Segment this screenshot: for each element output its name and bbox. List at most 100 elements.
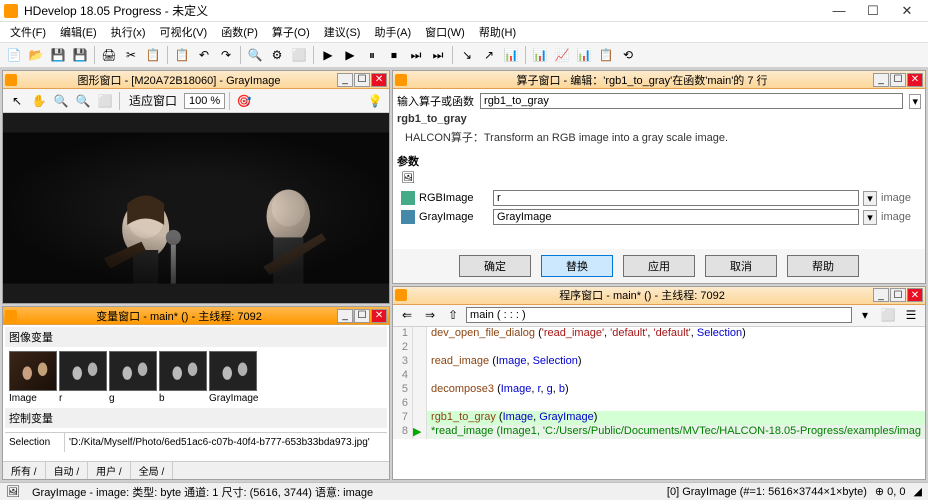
panel-min-button[interactable]: _ (873, 73, 889, 87)
graphics-window-header[interactable]: 图形窗口 - [M20A72B18060] - GrayImage _ ☐ ✕ (3, 71, 389, 89)
variable-thumbnail[interactable]: Image (9, 351, 57, 404)
code-line[interactable]: 5decompose3 (Image, r, g, b) (393, 383, 925, 397)
toolbar-button[interactable]: ↘ (457, 45, 477, 65)
menu-item[interactable]: 建议(S) (318, 22, 367, 42)
gutter[interactable] (413, 397, 427, 411)
toolbar-button[interactable]: ⬜ (289, 45, 309, 65)
panel-min-button[interactable]: _ (337, 73, 353, 87)
code-line[interactable]: 1dev_open_file_dialog ('read_image', 'de… (393, 327, 925, 341)
toolbar-button[interactable]: 📈 (552, 45, 572, 65)
panel-max-button[interactable]: ☐ (890, 73, 906, 87)
toolbar-button[interactable]: 📂 (26, 45, 46, 65)
cancel-button[interactable]: 取消 (705, 255, 777, 277)
pointer-tool[interactable]: ↖ (7, 91, 27, 111)
zoom-rect-tool[interactable]: 🔍 (73, 91, 93, 111)
image-viewport[interactable] (3, 113, 389, 303)
variable-tab[interactable]: 全局 / (131, 462, 174, 479)
operator-window-header[interactable]: 算子窗口 - 编辑：'rgb1_to_gray'在函数'main'的 7 行 _… (393, 71, 925, 89)
minimize-button[interactable]: — (822, 1, 856, 21)
toolbar-button[interactable]: 📋 (172, 45, 192, 65)
gutter[interactable] (413, 369, 427, 383)
zoom-value[interactable]: 100 % (184, 93, 225, 109)
variable-tab[interactable]: 用户 / (88, 462, 131, 479)
toolbar-button[interactable]: 📄 (4, 45, 24, 65)
toolbar-button[interactable]: ✂ (121, 45, 141, 65)
toolbar-button[interactable]: ▶ (318, 45, 338, 65)
menu-item[interactable]: 可视化(V) (154, 22, 214, 42)
param-value-input[interactable] (493, 209, 859, 225)
variable-window-header[interactable]: 变量窗口 - main* () - 主线程: 7092 _ ☐ ✕ (3, 307, 389, 325)
menu-item[interactable]: 窗口(W) (419, 22, 471, 42)
variable-thumbnail[interactable]: GrayImage (209, 351, 257, 404)
dropdown-icon[interactable]: ▾ (863, 191, 877, 206)
toolbar-button[interactable]: 🖨 (99, 45, 119, 65)
control-var-row[interactable]: Selection 'D:/Kita/Myself/Photo/6ed51ac6… (5, 432, 387, 452)
panel-min-button[interactable]: _ (873, 288, 889, 302)
panel-max-button[interactable]: ☐ (354, 309, 370, 323)
toolbar-button[interactable]: ⚙ (267, 45, 287, 65)
operator-input[interactable] (480, 93, 903, 109)
toolbar-button[interactable]: ⏸ (362, 45, 382, 65)
up-button[interactable]: ⇧ (443, 305, 463, 325)
menu-item[interactable]: 文件(F) (4, 22, 52, 42)
toolbar-button[interactable]: 📋 (596, 45, 616, 65)
toolbar-button[interactable]: 📊 (574, 45, 594, 65)
variable-tab[interactable]: 所有 / (3, 462, 46, 479)
toolbar-button[interactable]: 📊 (530, 45, 550, 65)
resize-grip-icon[interactable]: ◢ (914, 485, 922, 498)
toolbar-button[interactable]: ⏭ (428, 45, 448, 65)
toolbar-button[interactable]: ⏹ (384, 45, 404, 65)
code-line[interactable]: 6 (393, 397, 925, 411)
menu-item[interactable]: 算子(O) (266, 22, 316, 42)
toolbar-button[interactable]: ↗ (479, 45, 499, 65)
param-value-input[interactable] (493, 190, 859, 206)
toolbar-button[interactable]: ↶ (194, 45, 214, 65)
replace-button[interactable]: 替换 (541, 255, 613, 277)
help-button[interactable]: 帮助 (787, 255, 859, 277)
menu-item[interactable]: 执行(x) (105, 22, 152, 42)
variable-tab[interactable]: 自动 / (46, 462, 89, 479)
list-button[interactable]: ☰ (901, 305, 921, 325)
variable-thumbnail[interactable]: g (109, 351, 157, 404)
panel-min-button[interactable]: _ (337, 309, 353, 323)
ok-button[interactable]: 确定 (459, 255, 531, 277)
zoom-tool[interactable]: 🔍 (51, 91, 71, 111)
toolbar-button[interactable]: ↷ (216, 45, 236, 65)
code-line[interactable]: 3read_image (Image, Selection) (393, 355, 925, 369)
code-line[interactable]: 8▶*read_image (Image1, 'C:/Users/Public/… (393, 425, 925, 439)
code-line[interactable]: 2 (393, 341, 925, 355)
gutter[interactable]: ▶ (413, 425, 427, 439)
toolbar-button[interactable]: ⟲ (618, 45, 638, 65)
code-line[interactable]: 7rgb1_to_gray (Image, GrayImage) (393, 411, 925, 425)
menu-item[interactable]: 函数(P) (215, 22, 264, 42)
dropdown-icon[interactable]: ▾ (863, 210, 877, 225)
maximize-button[interactable]: ☐ (856, 1, 890, 21)
forward-button[interactable]: ⇒ (420, 305, 440, 325)
panel-max-button[interactable]: ☐ (890, 288, 906, 302)
dropdown-icon[interactable]: ▾ (855, 305, 875, 325)
program-window-header[interactable]: 程序窗口 - main* () - 主线程: 7092 _ ☐ ✕ (393, 287, 925, 305)
variable-thumbnail[interactable]: r (59, 351, 107, 404)
gutter[interactable] (413, 327, 427, 341)
toolbar-button[interactable]: 💾 (70, 45, 90, 65)
toolbar-button[interactable]: 💾 (48, 45, 68, 65)
toolbar-button[interactable]: 📊 (501, 45, 521, 65)
panel-close-button[interactable]: ✕ (371, 73, 387, 87)
dropdown-icon[interactable]: ▾ (909, 94, 921, 109)
ideas-button[interactable]: 💡 (365, 91, 385, 111)
fit-window-button[interactable]: 适应窗口 (124, 91, 182, 111)
close-button[interactable]: ✕ (890, 1, 924, 21)
back-button[interactable]: ⇐ (397, 305, 417, 325)
toolbar-button[interactable]: 📋 (143, 45, 163, 65)
menu-item[interactable]: 助手(A) (368, 22, 417, 42)
variable-thumbnail[interactable]: b (159, 351, 207, 404)
toggle-button[interactable]: ⬜ (878, 305, 898, 325)
panel-close-button[interactable]: ✕ (371, 309, 387, 323)
toolbar-button[interactable]: ⏭ (406, 45, 426, 65)
menu-item[interactable]: 帮助(H) (473, 22, 522, 42)
gutter[interactable] (413, 355, 427, 369)
picker-tool[interactable]: 🎯 (234, 91, 254, 111)
apply-button[interactable]: 应用 (623, 255, 695, 277)
hand-tool[interactable]: ✋ (29, 91, 49, 111)
toolbar-button[interactable]: ▶ (340, 45, 360, 65)
